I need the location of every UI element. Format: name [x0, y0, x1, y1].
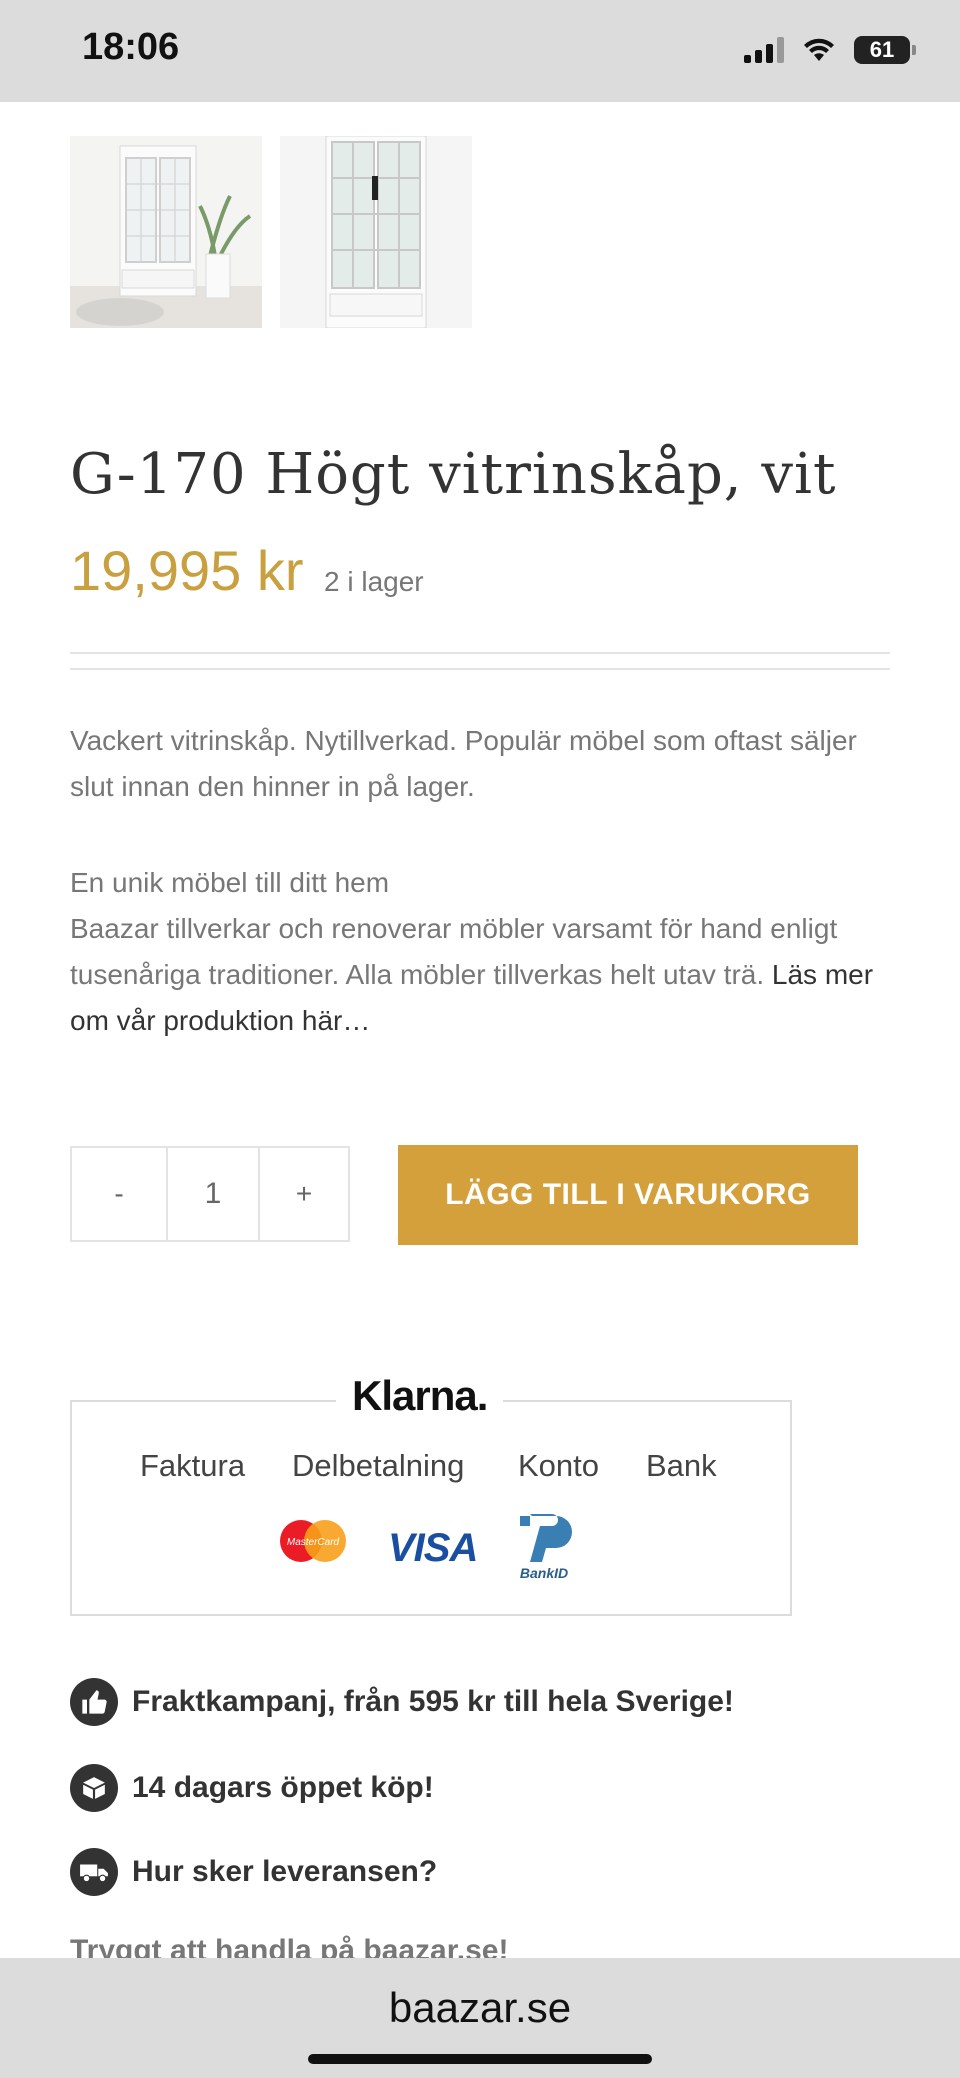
feature-delivery[interactable]: Hur sker leveransen? — [70, 1848, 437, 1896]
product-title: G-170 Högt vitrinskåp, vit — [70, 442, 837, 507]
description-heading: En unik möbel till ditt hem — [70, 867, 390, 898]
wifi-icon — [804, 38, 834, 61]
description-text: Baazar tillverkar och renoverar möbler v… — [70, 913, 838, 990]
payment-method-invoice: Faktura — [140, 1448, 246, 1483]
payment-methods-box — [70, 1400, 792, 1616]
quantity-stepper: - 1 + — [70, 1146, 350, 1242]
quantity-increase-button[interactable]: + — [260, 1148, 348, 1240]
feature-text: Fraktkampanj, från 595 kr till hela Sver… — [132, 1685, 734, 1718]
bankid-icon: BankID — [520, 1514, 572, 1581]
signal-icon — [744, 37, 784, 63]
description-body: En unik möbel till ditt hem Baazar tillv… — [70, 860, 900, 1044]
feature-text: 14 dagars öppet köp! — [132, 1771, 434, 1804]
status-icons: 61 — [744, 36, 916, 64]
mastercard-icon: MasterCard — [280, 1520, 346, 1562]
thumbs-up-icon — [70, 1678, 118, 1726]
payment-method-account: Konto — [518, 1448, 600, 1483]
feature-open-purchase[interactable]: 14 dagars öppet köp! — [70, 1764, 434, 1812]
payment-method-installment: Delbetalning — [292, 1448, 465, 1483]
feature-shipping[interactable]: Fraktkampanj, från 595 kr till hela Sver… — [70, 1678, 734, 1726]
box-icon — [70, 1764, 118, 1812]
feature-text: Hur sker leveransen? — [132, 1855, 438, 1888]
browser-address-bar[interactable]: baazar.se — [0, 1958, 960, 2078]
status-bar: 18:06 61 — [0, 0, 960, 102]
description-intro: Vackert vitrinskåp. Nytillverkad. Populä… — [70, 725, 857, 802]
stock-status: 2 i lager — [324, 566, 424, 597]
battery-icon: 61 — [854, 36, 916, 64]
svg-text:BankID: BankID — [520, 1565, 568, 1581]
visa-icon: VISA — [388, 1526, 478, 1570]
product-thumbnail-2[interactable] — [280, 136, 472, 328]
truck-icon — [70, 1848, 118, 1896]
home-indicator — [308, 2054, 652, 2064]
add-to-cart-button[interactable]: LÄGG TILL I VARUKORG — [398, 1145, 858, 1245]
svg-text:MasterCard: MasterCard — [287, 1537, 340, 1548]
status-time: 18:06 — [82, 26, 180, 68]
quantity-input[interactable]: 1 — [168, 1148, 260, 1240]
url-text[interactable]: baazar.se — [0, 1984, 960, 2032]
divider — [70, 652, 890, 654]
cabinet-room-image — [70, 136, 262, 328]
quantity-decrease-button[interactable]: - — [72, 1148, 168, 1240]
product-thumbnail-1[interactable] — [70, 136, 262, 328]
divider — [70, 668, 890, 670]
cabinet-image — [280, 136, 472, 328]
product-price: 19,995 kr — [70, 539, 304, 602]
klarna-logo: Klarna. — [336, 1372, 504, 1420]
payment-method-bank: Bank — [646, 1448, 717, 1483]
